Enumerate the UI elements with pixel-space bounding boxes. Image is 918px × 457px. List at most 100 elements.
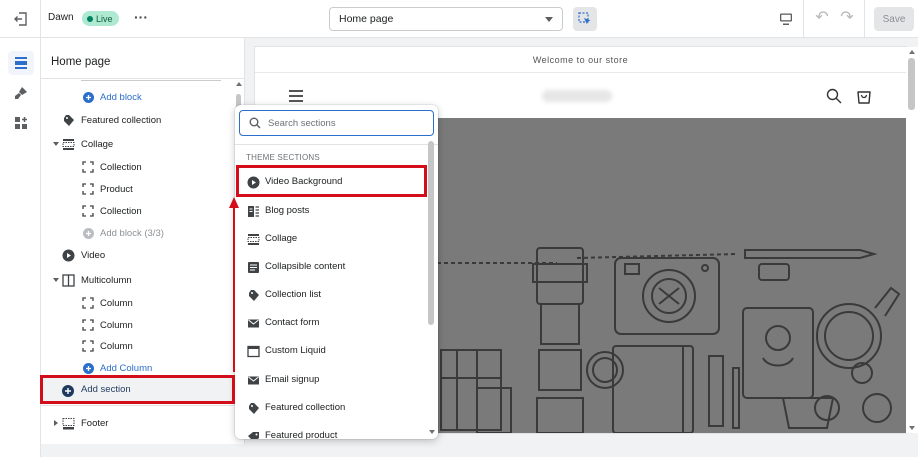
section-option-custom-liquid[interactable]: Custom Liquid: [235, 338, 427, 364]
block-icon: [81, 160, 95, 174]
exit-editor-button[interactable]: [10, 9, 32, 29]
live-status-badge: Live: [82, 11, 119, 26]
collection-icon: [246, 401, 260, 415]
page-selector-value: Home page: [339, 13, 394, 25]
block-icon: [81, 204, 95, 218]
redo-button[interactable]: ↷: [837, 9, 857, 29]
section-multicolumn[interactable]: Multicolumn: [41, 270, 231, 290]
theme-settings-tab[interactable]: [8, 81, 34, 105]
section-option-collapsible-content[interactable]: Collapsible content: [235, 254, 427, 280]
play-icon: [61, 248, 75, 262]
top-bar: Dawn Live ··· Home page ↶ ↷ Save: [0, 0, 918, 38]
block-column[interactable]: Column: [41, 336, 231, 356]
block-label: Product: [100, 183, 133, 195]
scroll-down-icon[interactable]: [909, 426, 915, 430]
block-collection[interactable]: Collection: [41, 157, 231, 177]
page-selector[interactable]: Home page: [329, 7, 563, 31]
footer-icon: [61, 416, 75, 430]
block-label: Collection: [100, 161, 142, 173]
section-collage[interactable]: Collage: [41, 134, 231, 154]
search-sections-input[interactable]: [268, 115, 428, 131]
cart-icon[interactable]: [856, 87, 872, 105]
search-icon[interactable]: [826, 88, 842, 104]
theme-editor: Dawn Live ··· Home page ↶ ↷ Save Home pa…: [0, 0, 918, 457]
more-actions-button[interactable]: ···: [133, 9, 149, 27]
chevron-down-icon[interactable]: [53, 142, 59, 146]
popover-scroll-thumb[interactable]: [428, 141, 434, 325]
section-option-email-signup[interactable]: Email signup: [235, 367, 427, 393]
divider: [864, 0, 865, 38]
ellipsis-icon: ···: [134, 9, 148, 25]
add-section-popover: THEME SECTIONS Video Background Blog pos…: [235, 105, 438, 439]
add-block-label: Add block: [100, 91, 142, 103]
block-column[interactable]: Column: [41, 315, 231, 335]
undo-icon: ↶: [815, 9, 829, 26]
option-label: Collection list: [265, 289, 321, 300]
section-option-collection-list[interactable]: Collection list: [235, 282, 427, 308]
theme-name: Dawn: [48, 12, 74, 23]
brush-icon: [15, 87, 27, 99]
divider: [803, 0, 804, 38]
mail-icon: [246, 316, 260, 330]
sections-tab[interactable]: [8, 51, 34, 75]
scroll-up-icon[interactable]: [909, 50, 915, 54]
section-label: Collage: [81, 138, 114, 150]
apps-icon: [15, 117, 27, 129]
store-logo[interactable]: [542, 90, 612, 102]
section-label: Video: [81, 249, 106, 261]
option-label: Contact form: [265, 317, 320, 328]
chevron-down-icon[interactable]: [53, 278, 59, 282]
add-block-button[interactable]: Add block: [41, 87, 231, 107]
chevron-down-icon: [545, 17, 553, 22]
add-block-label: Add block (3/3): [100, 227, 164, 239]
preview-scroll-thumb[interactable]: [908, 58, 915, 110]
section-featured-collection[interactable]: Featured collection: [41, 110, 231, 130]
divider: [235, 144, 438, 145]
undo-button[interactable]: ↶: [812, 9, 832, 29]
block-column[interactable]: Column: [41, 293, 231, 313]
search-icon: [249, 117, 261, 129]
announcement-bar: Welcome to our store: [255, 47, 906, 73]
add-column-label: Add Column: [100, 362, 153, 374]
annotation-arrow: [233, 206, 235, 372]
live-dot-icon: [87, 15, 93, 22]
device-preview-button[interactable]: [776, 9, 796, 29]
section-label: Multicolumn: [81, 274, 132, 286]
hero-image[interactable]: [437, 118, 906, 433]
scroll-down-icon[interactable]: [429, 430, 435, 434]
plus-circle-icon: [81, 90, 95, 104]
blog-icon: [246, 204, 260, 218]
collage-icon: [61, 137, 75, 151]
app-embeds-tab[interactable]: [8, 111, 34, 135]
block-collection[interactable]: Collection: [41, 201, 231, 221]
scroll-up-icon[interactable]: [236, 82, 242, 86]
plus-circle-icon: [81, 226, 95, 240]
block-label: Collection: [100, 205, 142, 217]
section-search[interactable]: [239, 110, 434, 136]
block-label: Column: [100, 319, 133, 331]
section-option-featured-product[interactable]: Featured product: [235, 423, 427, 439]
section-option-blog-posts[interactable]: Blog posts: [235, 198, 427, 224]
option-label: Custom Liquid: [265, 345, 326, 356]
block-icon: [81, 318, 95, 332]
section-label: Featured collection: [81, 114, 162, 126]
section-option-collage[interactable]: Collage: [235, 226, 427, 252]
section-video[interactable]: Video: [41, 245, 231, 265]
camera-illustration: [437, 247, 901, 433]
mail-icon: [246, 373, 260, 387]
highlight-video-background: [236, 165, 427, 197]
sections-icon: [15, 57, 27, 69]
section-option-contact-form[interactable]: Contact form: [235, 310, 427, 336]
live-badge-label: Live: [96, 13, 113, 24]
save-button[interactable]: Save: [874, 7, 914, 31]
theme-sections-heading: THEME SECTIONS: [246, 153, 320, 162]
section-option-featured-collection[interactable]: Featured collection: [235, 395, 427, 421]
inspector-toggle-button[interactable]: [573, 7, 597, 31]
chevron-right-icon[interactable]: [54, 420, 58, 426]
section-footer[interactable]: Footer: [41, 413, 231, 433]
text-icon: [246, 260, 260, 274]
menu-icon[interactable]: [289, 90, 303, 102]
block-product[interactable]: Product: [41, 179, 231, 199]
block-icon: [81, 182, 95, 196]
collage-icon: [246, 232, 260, 246]
